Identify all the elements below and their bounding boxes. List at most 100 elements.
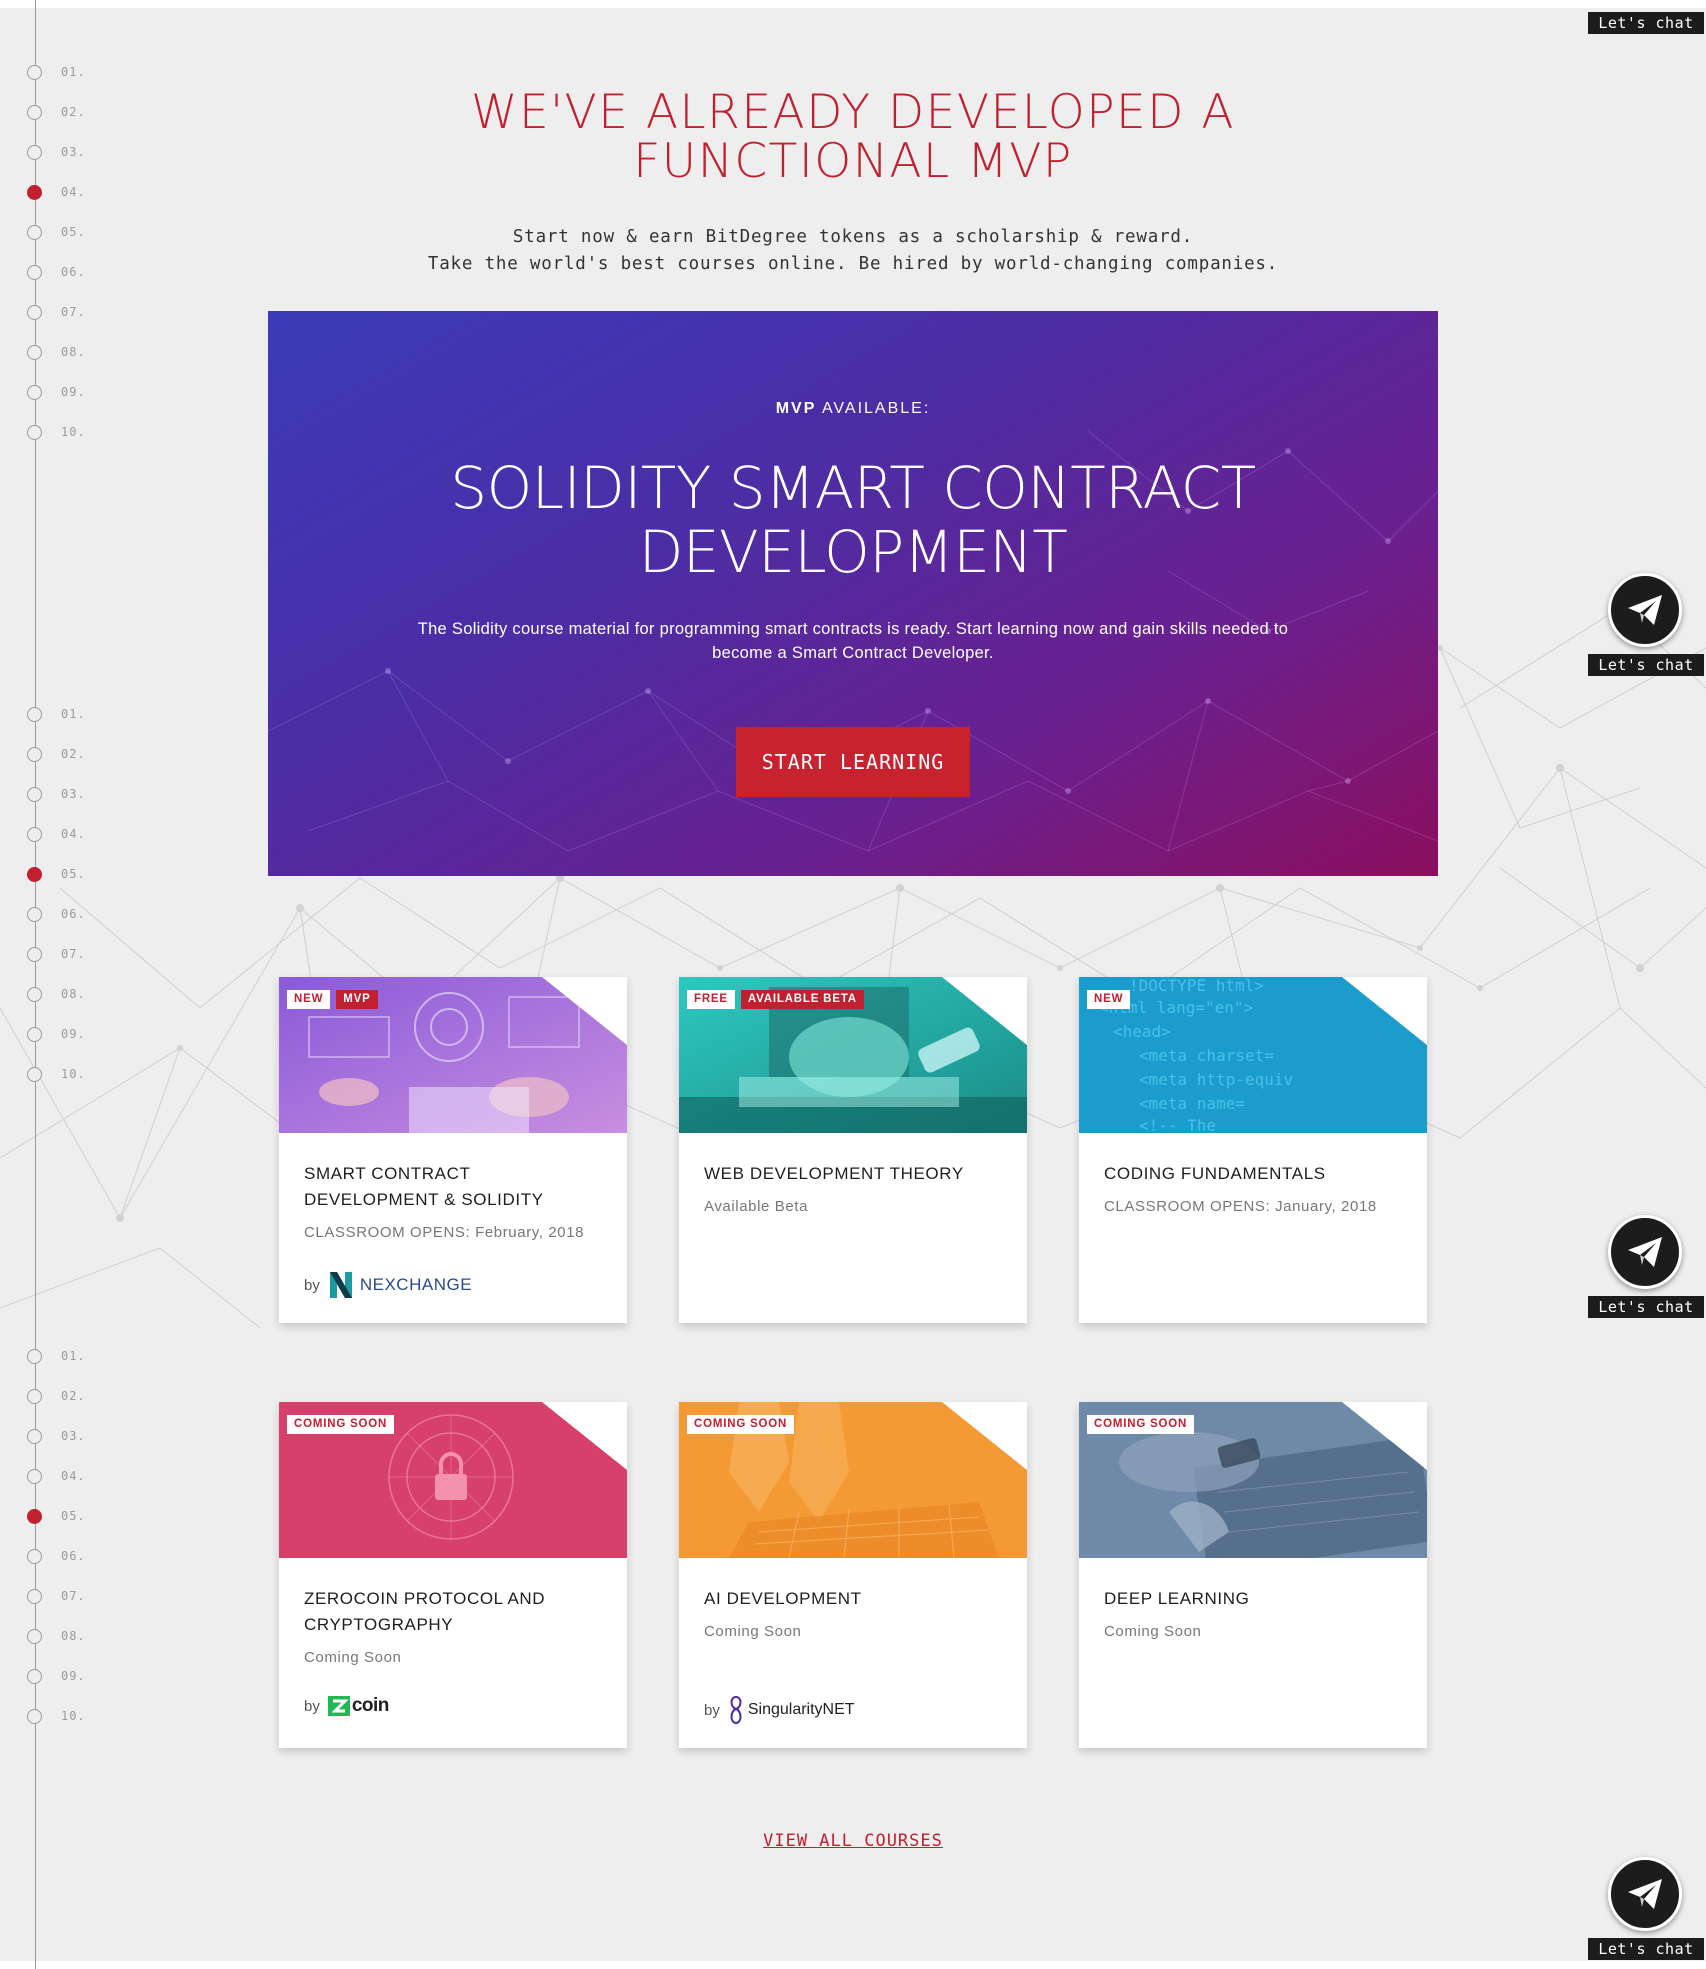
nav-dot (27, 344, 42, 360)
course-card-smart-contract[interactable]: NEW MVP SMART CONTRACT DEVELOPMENT & SOL… (279, 977, 627, 1323)
svg-text:!DOCTYPE html>: !DOCTYPE html> (1129, 977, 1264, 995)
section-nav-item[interactable]: 09. (27, 1668, 147, 1684)
nav-dot (27, 264, 42, 280)
section-nav-item[interactable]: 05. (27, 224, 147, 240)
singularitynet-logo: SingularityNET (728, 1695, 855, 1725)
nav-dot (27, 64, 42, 80)
badge-free: FREE (687, 990, 735, 1009)
section-nav-item[interactable]: 10. (27, 424, 147, 440)
nav-dot (27, 384, 42, 400)
badge-coming-soon: COMING SOON (687, 1415, 795, 1434)
nav-dot (27, 706, 42, 722)
nav-dot (27, 104, 42, 120)
course-image: !DOCTYPE html> <html lang="en"> <head> <… (1079, 977, 1427, 1133)
chat-widget[interactable]: Let's chat (1588, 573, 1704, 683)
chat-label[interactable]: Let's chat (1588, 1296, 1704, 1318)
chat-label[interactable]: Let's chat (1588, 1938, 1704, 1960)
section-nav-item[interactable]: 03. (27, 144, 147, 160)
nav-dot-active (27, 1508, 42, 1524)
section-nav-item[interactable]: 10. (27, 1708, 147, 1724)
section-nav-item[interactable]: 02. (27, 1388, 147, 1404)
view-all-courses-link[interactable]: VIEW ALL COURSES (680, 1831, 1026, 1851)
eyebrow-rest: AVAILABLE: (816, 400, 931, 417)
nav-dot (27, 424, 42, 440)
badge-group: FREE AVAILABLE BETA (687, 990, 864, 1009)
nav-dot-active (27, 866, 42, 882)
course-card-zerocoin[interactable]: COMING SOON ZEROCOIN PROTOCOL AND CRYPTO… (279, 1402, 627, 1748)
section-nav-item-active[interactable]: 04. (27, 184, 147, 200)
nexchange-n-icon (329, 1272, 352, 1298)
course-partner: by coin (304, 1695, 389, 1717)
chat-widget[interactable]: Let's chat (1588, 1857, 1704, 1967)
badge-group: NEW (1087, 990, 1131, 1009)
by-label: by (304, 1697, 320, 1715)
nav-dot (27, 1548, 42, 1564)
singularitynet-icon (730, 1695, 742, 1725)
section-nav-item[interactable]: 09. (27, 384, 147, 400)
section-nav-item[interactable]: 06. (27, 906, 147, 922)
chat-button[interactable] (1608, 1215, 1682, 1289)
section-nav-item[interactable]: 10. (27, 1066, 147, 1082)
course-title: CODING FUNDAMENTALS (1104, 1164, 1326, 1183)
nav-dot (27, 1348, 42, 1364)
section-nav-item-active[interactable]: 05. (27, 1508, 147, 1524)
nav-dot (27, 746, 42, 762)
by-label: by (704, 1701, 720, 1719)
section-nav-item[interactable]: 08. (27, 986, 147, 1002)
nav-dot-active (27, 184, 42, 200)
section-nav-item[interactable]: 08. (27, 1628, 147, 1644)
section-nav-item[interactable]: 01. (27, 64, 147, 80)
chat-widget[interactable]: Let's chat (1588, 0, 1704, 36)
nav-dot (27, 1468, 42, 1484)
course-status: CLASSROOM OPENS: January, 2018 (1104, 1198, 1377, 1215)
nav-dot (27, 946, 42, 962)
course-image-blue: !DOCTYPE html> <html lang="en"> <head> <… (1079, 977, 1427, 1133)
svg-text:<head>: <head> (1113, 1022, 1171, 1041)
badge-group: COMING SOON (1087, 1415, 1195, 1434)
section-nav-item[interactable]: 01. (27, 706, 147, 722)
nav-dot (27, 1668, 42, 1684)
nav-dot (27, 1708, 42, 1724)
section-nav-item[interactable]: 06. (27, 264, 147, 280)
start-learning-button[interactable]: START LEARNING (736, 727, 970, 797)
section-nav-item[interactable]: 04. (27, 1468, 147, 1484)
nav-dot (27, 986, 42, 1002)
badge-mvp: MVP (336, 990, 378, 1009)
course-title: SMART CONTRACT DEVELOPMENT & SOLIDITY (304, 1164, 544, 1209)
course-partner: by SingularityNET (704, 1695, 855, 1725)
zcoin-z-icon (327, 1696, 350, 1716)
section-title: WE'VE ALREADY DEVELOPED A FUNCTIONAL MVP (470, 85, 1236, 189)
zcoin-logo: coin (327, 1695, 389, 1717)
section-nav-item[interactable]: 02. (27, 104, 147, 120)
chat-widget[interactable]: Let's chat (1588, 1215, 1704, 1325)
chat-label[interactable]: Let's chat (1588, 12, 1704, 34)
chat-button[interactable] (1608, 573, 1682, 647)
section-nav-item[interactable]: 07. (27, 946, 147, 962)
section-nav-item[interactable]: 04. (27, 826, 147, 842)
section-nav-item[interactable]: 01. (27, 1348, 147, 1364)
course-card-deep-learning[interactable]: COMING SOON DEEP LEARNING Coming Soon (1079, 1402, 1427, 1748)
chat-button[interactable] (1608, 1857, 1682, 1931)
section-nav-item-active[interactable]: 05. (27, 866, 147, 882)
course-status: Coming Soon (704, 1623, 802, 1640)
hero-eyebrow: MVP AVAILABLE: (268, 400, 1438, 418)
section-nav-item[interactable]: 03. (27, 1428, 147, 1444)
section-nav-item[interactable]: 07. (27, 304, 147, 320)
nav-dot (27, 1066, 42, 1082)
section-nav-item[interactable]: 02. (27, 746, 147, 762)
section-nav-item[interactable]: 09. (27, 1026, 147, 1042)
mvp-hero-banner: MVP AVAILABLE: SOLIDITY SMART CONTRACT D… (268, 311, 1438, 876)
chat-label[interactable]: Let's chat (1588, 654, 1704, 676)
nav-dot (27, 1628, 42, 1644)
course-card-web-development[interactable]: FREE AVAILABLE BETA WEB DEVELOPMENT THEO… (679, 977, 1027, 1323)
badge-group: NEW MVP (287, 990, 378, 1009)
course-card-coding-fundamentals[interactable]: !DOCTYPE html> <html lang="en"> <head> <… (1079, 977, 1427, 1323)
section-nav-item[interactable]: 03. (27, 786, 147, 802)
nav-dot (27, 1026, 42, 1042)
course-title: WEB DEVELOPMENT THEORY (704, 1164, 964, 1183)
section-nav-item[interactable]: 07. (27, 1588, 147, 1604)
course-card-ai-development[interactable]: COMING SOON AI DEVELOPMENT Coming Soon b… (679, 1402, 1027, 1748)
nav-dot (27, 144, 42, 160)
section-nav-item[interactable]: 08. (27, 344, 147, 360)
section-nav-item[interactable]: 06. (27, 1548, 147, 1564)
